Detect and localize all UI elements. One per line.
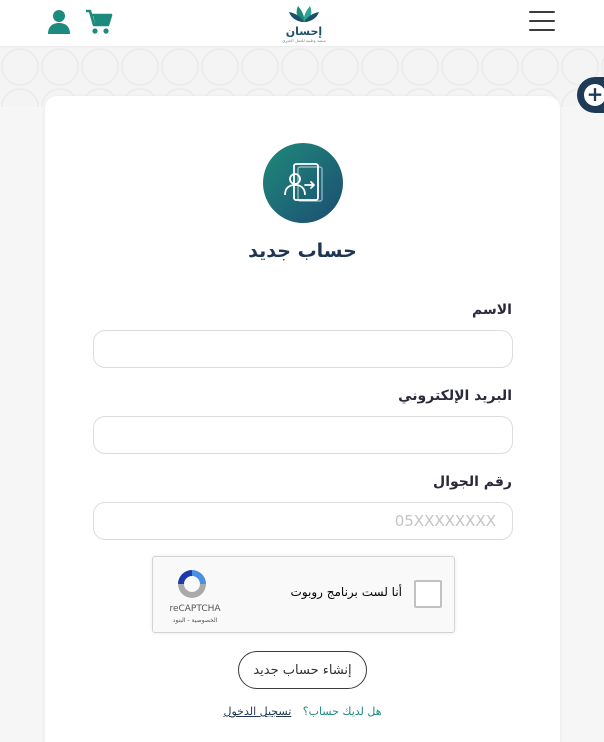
leaf-logo-icon — [289, 6, 319, 22]
plus-icon: + — [584, 84, 604, 106]
have-account-text: هل لديك حساب؟ — [302, 705, 382, 718]
top-header: إحسان منصة وطنية للعمل الخيري — [0, 0, 604, 47]
cart-icon[interactable] — [85, 9, 113, 35]
recaptcha-label: أنا لست برنامج روبوت — [290, 585, 402, 599]
user-icon[interactable] — [47, 9, 71, 35]
menu-icon[interactable] — [529, 11, 555, 33]
page-title: حساب جديد — [248, 240, 357, 262]
login-prompt: هل لديك حساب؟ تسجيل الدخول — [45, 705, 560, 718]
logo-subtitle: منصة وطنية للعمل الخيري — [282, 38, 326, 43]
login-link[interactable]: تسجيل الدخول — [223, 705, 291, 718]
email-input[interactable] — [93, 416, 513, 454]
phone-label: رقم الجوال — [433, 474, 512, 490]
recaptcha-privacy-terms[interactable]: الخصوصية - البنود — [165, 617, 225, 624]
recaptcha-widget: أنا لست برنامج روبوت reCAPTCHA الخصوصية … — [152, 556, 455, 633]
register-card: حساب جديد الاسم البريد الإلكتروني رقم ال… — [45, 96, 560, 742]
email-label: البريد الإلكتروني — [398, 388, 512, 404]
name-label: الاسم — [472, 302, 512, 318]
register-avatar — [263, 143, 343, 223]
recaptcha-brand: reCAPTCHA — [169, 604, 221, 614]
user-signup-icon — [284, 163, 323, 202]
create-account-button[interactable]: إنشاء حساب جديد — [238, 651, 367, 689]
recaptcha-checkbox[interactable] — [414, 580, 442, 608]
recaptcha-logo-icon — [178, 570, 206, 598]
brand-logo[interactable]: إحسان منصة وطنية للعمل الخيري — [282, 2, 326, 44]
phone-input[interactable] — [93, 502, 513, 540]
logo-text: إحسان — [285, 25, 323, 38]
name-input[interactable] — [93, 330, 513, 368]
floating-action-button[interactable]: + — [577, 77, 604, 113]
